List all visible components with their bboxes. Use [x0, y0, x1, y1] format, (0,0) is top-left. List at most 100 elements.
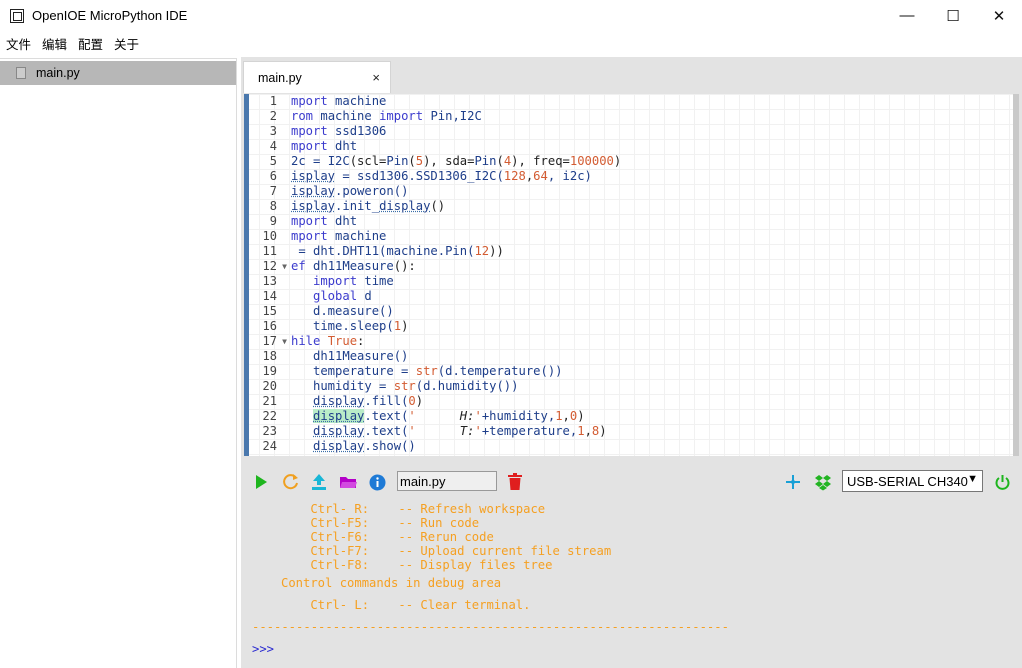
power-icon: [995, 474, 1009, 490]
code-line[interactable]: dh11Measure(): [291, 349, 1011, 364]
line-number: 4: [269, 139, 277, 153]
code-token: (d.temperature()): [437, 364, 563, 378]
code-line[interactable]: time.sleep(1): [291, 319, 1011, 334]
line-number: 9: [269, 214, 277, 228]
code-token: (scl=: [349, 154, 387, 168]
code-line[interactable]: import time: [291, 274, 1011, 289]
info-button[interactable]: [367, 472, 387, 492]
tab-main-py[interactable]: main.py ×: [243, 61, 391, 93]
terminal-line: Ctrl-F5: -- Run code: [281, 516, 480, 530]
line-number: 24: [262, 439, 277, 453]
code-token: ': [408, 424, 460, 438]
sidebar-item-main-py[interactable]: main.py: [0, 61, 236, 85]
code-token: +temperature,: [481, 424, 578, 438]
editor-scrollbar[interactable]: [1013, 94, 1019, 456]
line-number: 5: [269, 154, 277, 168]
code-token: :: [357, 334, 365, 348]
code-area[interactable]: mport machine rom machine import Pin,I2C m…: [291, 94, 1011, 454]
code-line[interactable]: hile True:: [291, 334, 1011, 349]
code-line[interactable]: isplay = ssd1306.SSD1306_I2C(128,64, i2c…: [291, 169, 1011, 184]
code-line[interactable]: mport machine: [291, 94, 1011, 109]
run-button[interactable]: [251, 472, 271, 492]
close-icon[interactable]: ×: [372, 70, 380, 85]
code-line[interactable]: ef dh11Measure():: [291, 259, 1011, 274]
line-number: 19: [262, 364, 277, 378]
code-token: humidity =: [291, 379, 394, 393]
code-token: display: [313, 394, 365, 408]
line-number: 3: [269, 124, 277, 138]
code-token: d.measure(): [291, 304, 394, 318]
code-editor[interactable]: 1 2 3 4 5 6 7 8 9 10 11 12 ▼ 13 14 15 16 17 ▼ 18 19 20 21 22 23 2…: [244, 94, 1019, 456]
code-line[interactable]: humidity = str(d.humidity()): [291, 379, 1011, 394]
code-token: isplay: [291, 199, 336, 213]
app-icon: [10, 8, 24, 23]
code-token: ,: [562, 409, 570, 423]
code-line[interactable]: temperature = str(d.temperature()): [291, 364, 1011, 379]
filename-input[interactable]: [397, 471, 497, 491]
code-token: dh11Measure(): [291, 349, 409, 363]
fold-arrow-icon[interactable]: ▼: [282, 259, 287, 274]
toolbar: USB-SERIAL CH340 ▼: [241, 462, 1022, 502]
line-number-gutter: 1 2 3 4 5 6 7 8 9 10 11 12 ▼ 13 14 15 16 17 ▼ 18 19 20 21 22 23 2…: [249, 94, 289, 456]
code-token: = dht.DHT11(machine.Pin(: [291, 244, 475, 258]
open-folder-button[interactable]: [338, 472, 358, 492]
code-token: 0: [408, 394, 416, 408]
code-token: display: [313, 424, 365, 438]
menu-file[interactable]: 文件: [6, 34, 31, 53]
code-token: global: [291, 289, 365, 303]
menu-about[interactable]: 关于: [114, 34, 139, 53]
code-token: mport: [291, 139, 336, 153]
code-line[interactable]: mport machine: [291, 229, 1011, 244]
code-token: 1: [577, 424, 585, 438]
code-line[interactable]: global d: [291, 289, 1011, 304]
pin-button[interactable]: [783, 472, 803, 492]
dropbox-button[interactable]: [813, 472, 833, 492]
code-line[interactable]: display.text(' H:'+humidity,1,0): [291, 409, 1011, 424]
close-button[interactable]: ✕: [976, 0, 1022, 31]
code-line[interactable]: display.text(' T:'+temperature,1,8): [291, 424, 1011, 439]
delete-button[interactable]: [505, 472, 525, 492]
code-token: .poweron(): [335, 184, 409, 198]
code-token: isplay: [291, 184, 336, 198]
code-token: )): [489, 244, 504, 258]
code-token: .init_: [335, 199, 380, 213]
window-controls: — ☐ ✕: [884, 0, 1022, 31]
menu-config[interactable]: 配置: [78, 34, 103, 53]
terminal-line: Control commands in debug area: [281, 576, 502, 590]
line-number: 20: [262, 379, 277, 393]
code-token: 12: [474, 244, 490, 258]
code-token: (d.humidity()): [415, 379, 519, 393]
menu-edit[interactable]: 编辑: [42, 34, 67, 53]
code-token: I2C: [327, 154, 350, 168]
code-line[interactable]: mport ssd1306: [291, 124, 1011, 139]
minimize-button[interactable]: —: [884, 0, 930, 31]
code-token: ': [474, 424, 482, 438]
upload-button[interactable]: [309, 472, 329, 492]
fold-arrow-icon[interactable]: ▼: [282, 334, 287, 349]
code-line[interactable]: 2c = I2C(scl=Pin(5), sda=Pin(4), freq=10…: [291, 154, 1011, 169]
code-line[interactable]: display.fill(0): [291, 394, 1011, 409]
main-area: main.py × 1 2 3 4 5 6 7 8 9 10 11 12 ▼ 13 14 15 16 17 ▼ 18 1…: [241, 57, 1022, 668]
maximize-button[interactable]: ☐: [930, 0, 976, 31]
code-token: .text(: [364, 424, 409, 438]
upload-icon: [312, 474, 326, 490]
power-button[interactable]: [992, 472, 1012, 492]
code-line[interactable]: mport dht: [291, 139, 1011, 154]
code-token: temperature =: [291, 364, 416, 378]
code-line[interactable]: rom machine import Pin,I2C: [291, 109, 1011, 124]
code-line[interactable]: isplay.poweron(): [291, 184, 1011, 199]
code-line[interactable]: d.measure(): [291, 304, 1011, 319]
line-number: 14: [262, 289, 277, 303]
terminal[interactable]: Ctrl- R: -- Refresh workspace Ctrl-F5: -…: [241, 502, 1022, 668]
code-line[interactable]: isplay.init_display(): [291, 199, 1011, 214]
code-token: 128: [503, 169, 526, 183]
code-token: ': [474, 409, 482, 423]
code-line[interactable]: = dht.DHT11(machine.Pin(12)): [291, 244, 1011, 259]
code-token: mport: [291, 94, 336, 108]
serial-port-select[interactable]: USB-SERIAL CH340 ▼: [842, 470, 983, 492]
file-tree-sidebar: main.py: [0, 58, 237, 668]
refresh-button[interactable]: [281, 472, 301, 492]
code-line[interactable]: display.show(): [291, 439, 1011, 454]
code-line[interactable]: mport dht: [291, 214, 1011, 229]
